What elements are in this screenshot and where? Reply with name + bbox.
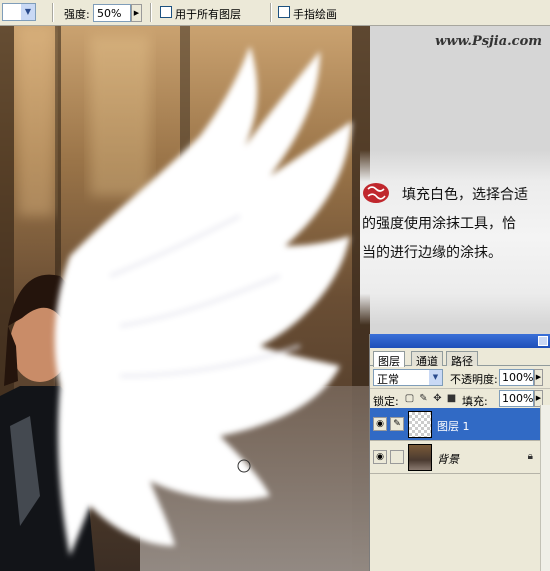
fill-label: 填充: [462, 395, 488, 408]
chevron-down-icon[interactable]: ▼ [21, 4, 35, 20]
instruction-line-1: 填充白色，选择合适 [402, 187, 528, 203]
fill-input[interactable]: 100% [499, 390, 534, 407]
sample-all-layers-checkbox[interactable] [160, 6, 172, 18]
blend-mode-dropdown[interactable]: 正常 ▼ [373, 369, 443, 386]
layer-thumbnail [408, 411, 432, 438]
layers-panel: 图层 通道 路径 正常 ▼ 不透明度: 100% ▶ 锁定: ▢ ✎ ✥ ■ 填… [369, 334, 550, 571]
blend-mode-value: 正常 [377, 373, 399, 386]
reflection [90, 36, 150, 196]
instruction-line-3: 当的进行边缘的涂抹。 [362, 245, 502, 261]
layer-thumbnail [408, 444, 432, 471]
reflection [18, 26, 54, 216]
instruction-line-2: 的强度使用涂抹工具，恰 [362, 216, 516, 232]
site-logo: www.Psjia.com [435, 34, 542, 49]
layer-name[interactable]: 背景 [437, 451, 459, 467]
image-canvas[interactable] [0, 26, 370, 571]
strength-slider-arrow-icon[interactable]: ▶ [131, 4, 142, 22]
visibility-eye-icon[interactable]: ◉ [373, 450, 387, 464]
instruction-text: 填充白色，选择合适 的强度使用涂抹工具，恰 当的进行边缘的涂抹。 [362, 181, 550, 268]
separator [52, 3, 54, 22]
lock-icon: 🔒︎ [527, 451, 533, 462]
separator [270, 3, 272, 22]
sample-all-layers-label: 用于所有图层 [175, 8, 241, 21]
brush-icon[interactable]: ✎ [390, 417, 404, 431]
lock-all-icon[interactable]: ■ [446, 393, 457, 404]
lock-label: 锁定: [373, 395, 399, 408]
finger-painting-label: 手指绘画 [293, 8, 337, 21]
layer-name[interactable]: 图层 1 [437, 418, 470, 434]
tool-options-bar: ▼ 强度: 50% ▶ 用于所有图层 手指绘画 [0, 0, 550, 26]
lock-pixels-icon[interactable]: ✎ [418, 393, 429, 404]
separator [150, 3, 152, 22]
brush-preset-dropdown[interactable]: ▼ [2, 3, 36, 21]
tab-channels[interactable]: 通道 [411, 351, 443, 368]
blend-row: 正常 ▼ 不透明度: 100% ▶ [370, 366, 550, 388]
strength-input[interactable]: 50% [93, 4, 131, 22]
opacity-label: 不透明度: [450, 373, 498, 386]
layer-row-layer-1[interactable]: ◉ ✎ 图层 1 [370, 408, 541, 441]
layer-row-background[interactable]: ◉ 背景 🔒︎ [370, 441, 541, 474]
strength-label: 强度: [64, 8, 90, 21]
lock-row: 锁定: ▢ ✎ ✥ ■ 填充: 100% ▶ [370, 388, 550, 408]
close-icon[interactable] [538, 336, 548, 346]
opacity-arrow-icon[interactable]: ▶ [534, 369, 543, 386]
tab-paths[interactable]: 路径 [446, 351, 478, 368]
opacity-input[interactable]: 100% [499, 369, 534, 386]
tab-layers[interactable]: 图层 [373, 351, 405, 368]
lock-position-icon[interactable]: ✥ [432, 393, 443, 404]
canvas-artwork [0, 26, 370, 571]
visibility-eye-icon[interactable]: ◉ [373, 417, 387, 431]
panel-titlebar[interactable] [370, 334, 550, 348]
panel-tabs: 图层 通道 路径 [370, 348, 550, 368]
lock-transparency-icon[interactable]: ▢ [404, 393, 415, 404]
chevron-down-icon[interactable]: ▼ [429, 370, 442, 385]
link-cell[interactable] [390, 450, 404, 464]
finger-painting-checkbox[interactable] [278, 6, 290, 18]
layers-scrollbar[interactable] [540, 405, 550, 571]
